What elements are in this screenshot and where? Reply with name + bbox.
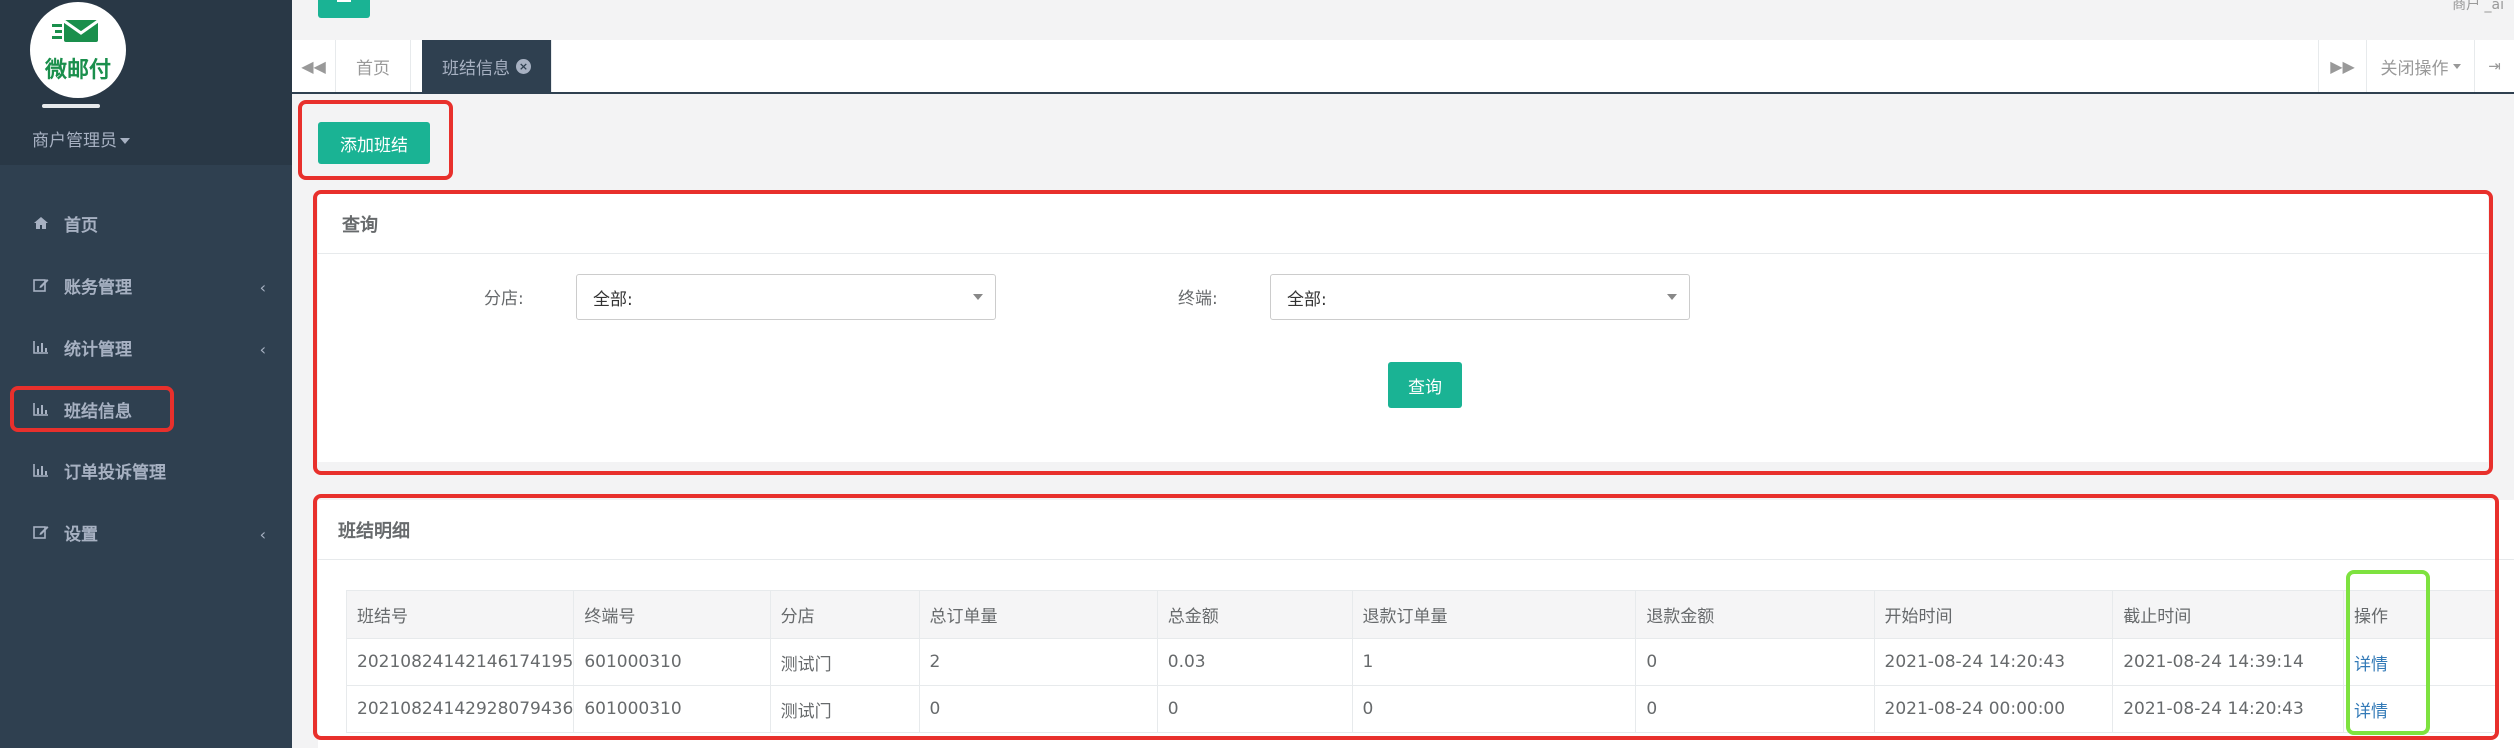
tab-scroll-right-button[interactable]: ▶▶ (2318, 40, 2366, 92)
envelope-icon (52, 19, 99, 42)
forward-icon: ▶▶ (2330, 56, 2355, 76)
caret-down-icon (2452, 63, 2461, 69)
tab-home[interactable]: 首页 (336, 40, 411, 92)
edit-icon (33, 526, 49, 539)
tab-label: 首页 (356, 58, 390, 79)
highlight-box-sidebar (10, 386, 174, 432)
top-right-user-text: 商户 _ai (2452, 0, 2504, 13)
sidebar-item-label: 订单投诉管理 (64, 462, 166, 483)
highlight-box-detail (313, 494, 2499, 740)
backward-icon: ◀◀ (301, 56, 326, 76)
chevron-left-icon: ‹ (259, 525, 266, 544)
sidebar-item-order-complaints[interactable]: 订单投诉管理 (0, 441, 292, 499)
sidebar-item-label: 统计管理 (64, 339, 132, 360)
logo-underline (42, 104, 100, 108)
sidebar-item-label: 首页 (64, 215, 98, 236)
bar-chart-icon (33, 464, 48, 477)
sidebar: 微邮付 商户管理员 首页 账务管理 ‹ 统计管理 ‹ 班结信息 订单投诉管理 设… (0, 0, 292, 748)
brand-logo: 微邮付 (30, 2, 126, 98)
hamburger-icon (337, 0, 351, 2)
edit-icon (33, 279, 49, 292)
close-tab-icon[interactable]: × (516, 58, 531, 74)
logout-button[interactable]: ⇥ (2474, 40, 2514, 92)
sidebar-item-accounting[interactable]: 账务管理 ‹ (0, 256, 292, 314)
tab-shift-info[interactable]: 班结信息 × (422, 40, 552, 92)
sidebar-item-settings[interactable]: 设置 ‹ (0, 503, 292, 561)
sidebar-item-home[interactable]: 首页 (0, 194, 292, 252)
top-bar (292, 0, 2514, 40)
highlight-box-query (313, 190, 2493, 475)
caret-down-icon (120, 138, 130, 144)
sign-out-icon: ⇥ (2488, 57, 2501, 75)
tab-bar: ◀◀ 首页 班结信息 × ▶▶ 关闭操作 ⇥ (292, 40, 2514, 94)
highlight-box-add-button (298, 100, 453, 180)
home-icon (34, 217, 48, 229)
chevron-left-icon: ‹ (259, 278, 266, 297)
tab-close-operations-dropdown[interactable]: 关闭操作 (2366, 40, 2474, 92)
tab-ops-label: 关闭操作 (2380, 58, 2449, 79)
chevron-left-icon: ‹ (259, 340, 266, 359)
menu-toggle-button[interactable] (318, 0, 370, 18)
user-role-label: 商户管理员 (32, 131, 117, 151)
tab-label: 班结信息 (442, 58, 510, 79)
tab-scroll-left-button[interactable]: ◀◀ (292, 40, 336, 92)
sidebar-item-label: 账务管理 (64, 277, 132, 298)
sidebar-item-statistics[interactable]: 统计管理 ‹ (0, 318, 292, 376)
sidebar-item-label: 设置 (64, 524, 98, 545)
brand-logo-text: 微邮付 (44, 58, 111, 83)
user-role-dropdown[interactable]: 商户管理员 (32, 126, 130, 151)
bar-chart-icon (33, 341, 48, 354)
highlight-box-actions (2346, 570, 2430, 735)
sidebar-header: 微邮付 商户管理员 (0, 0, 292, 165)
